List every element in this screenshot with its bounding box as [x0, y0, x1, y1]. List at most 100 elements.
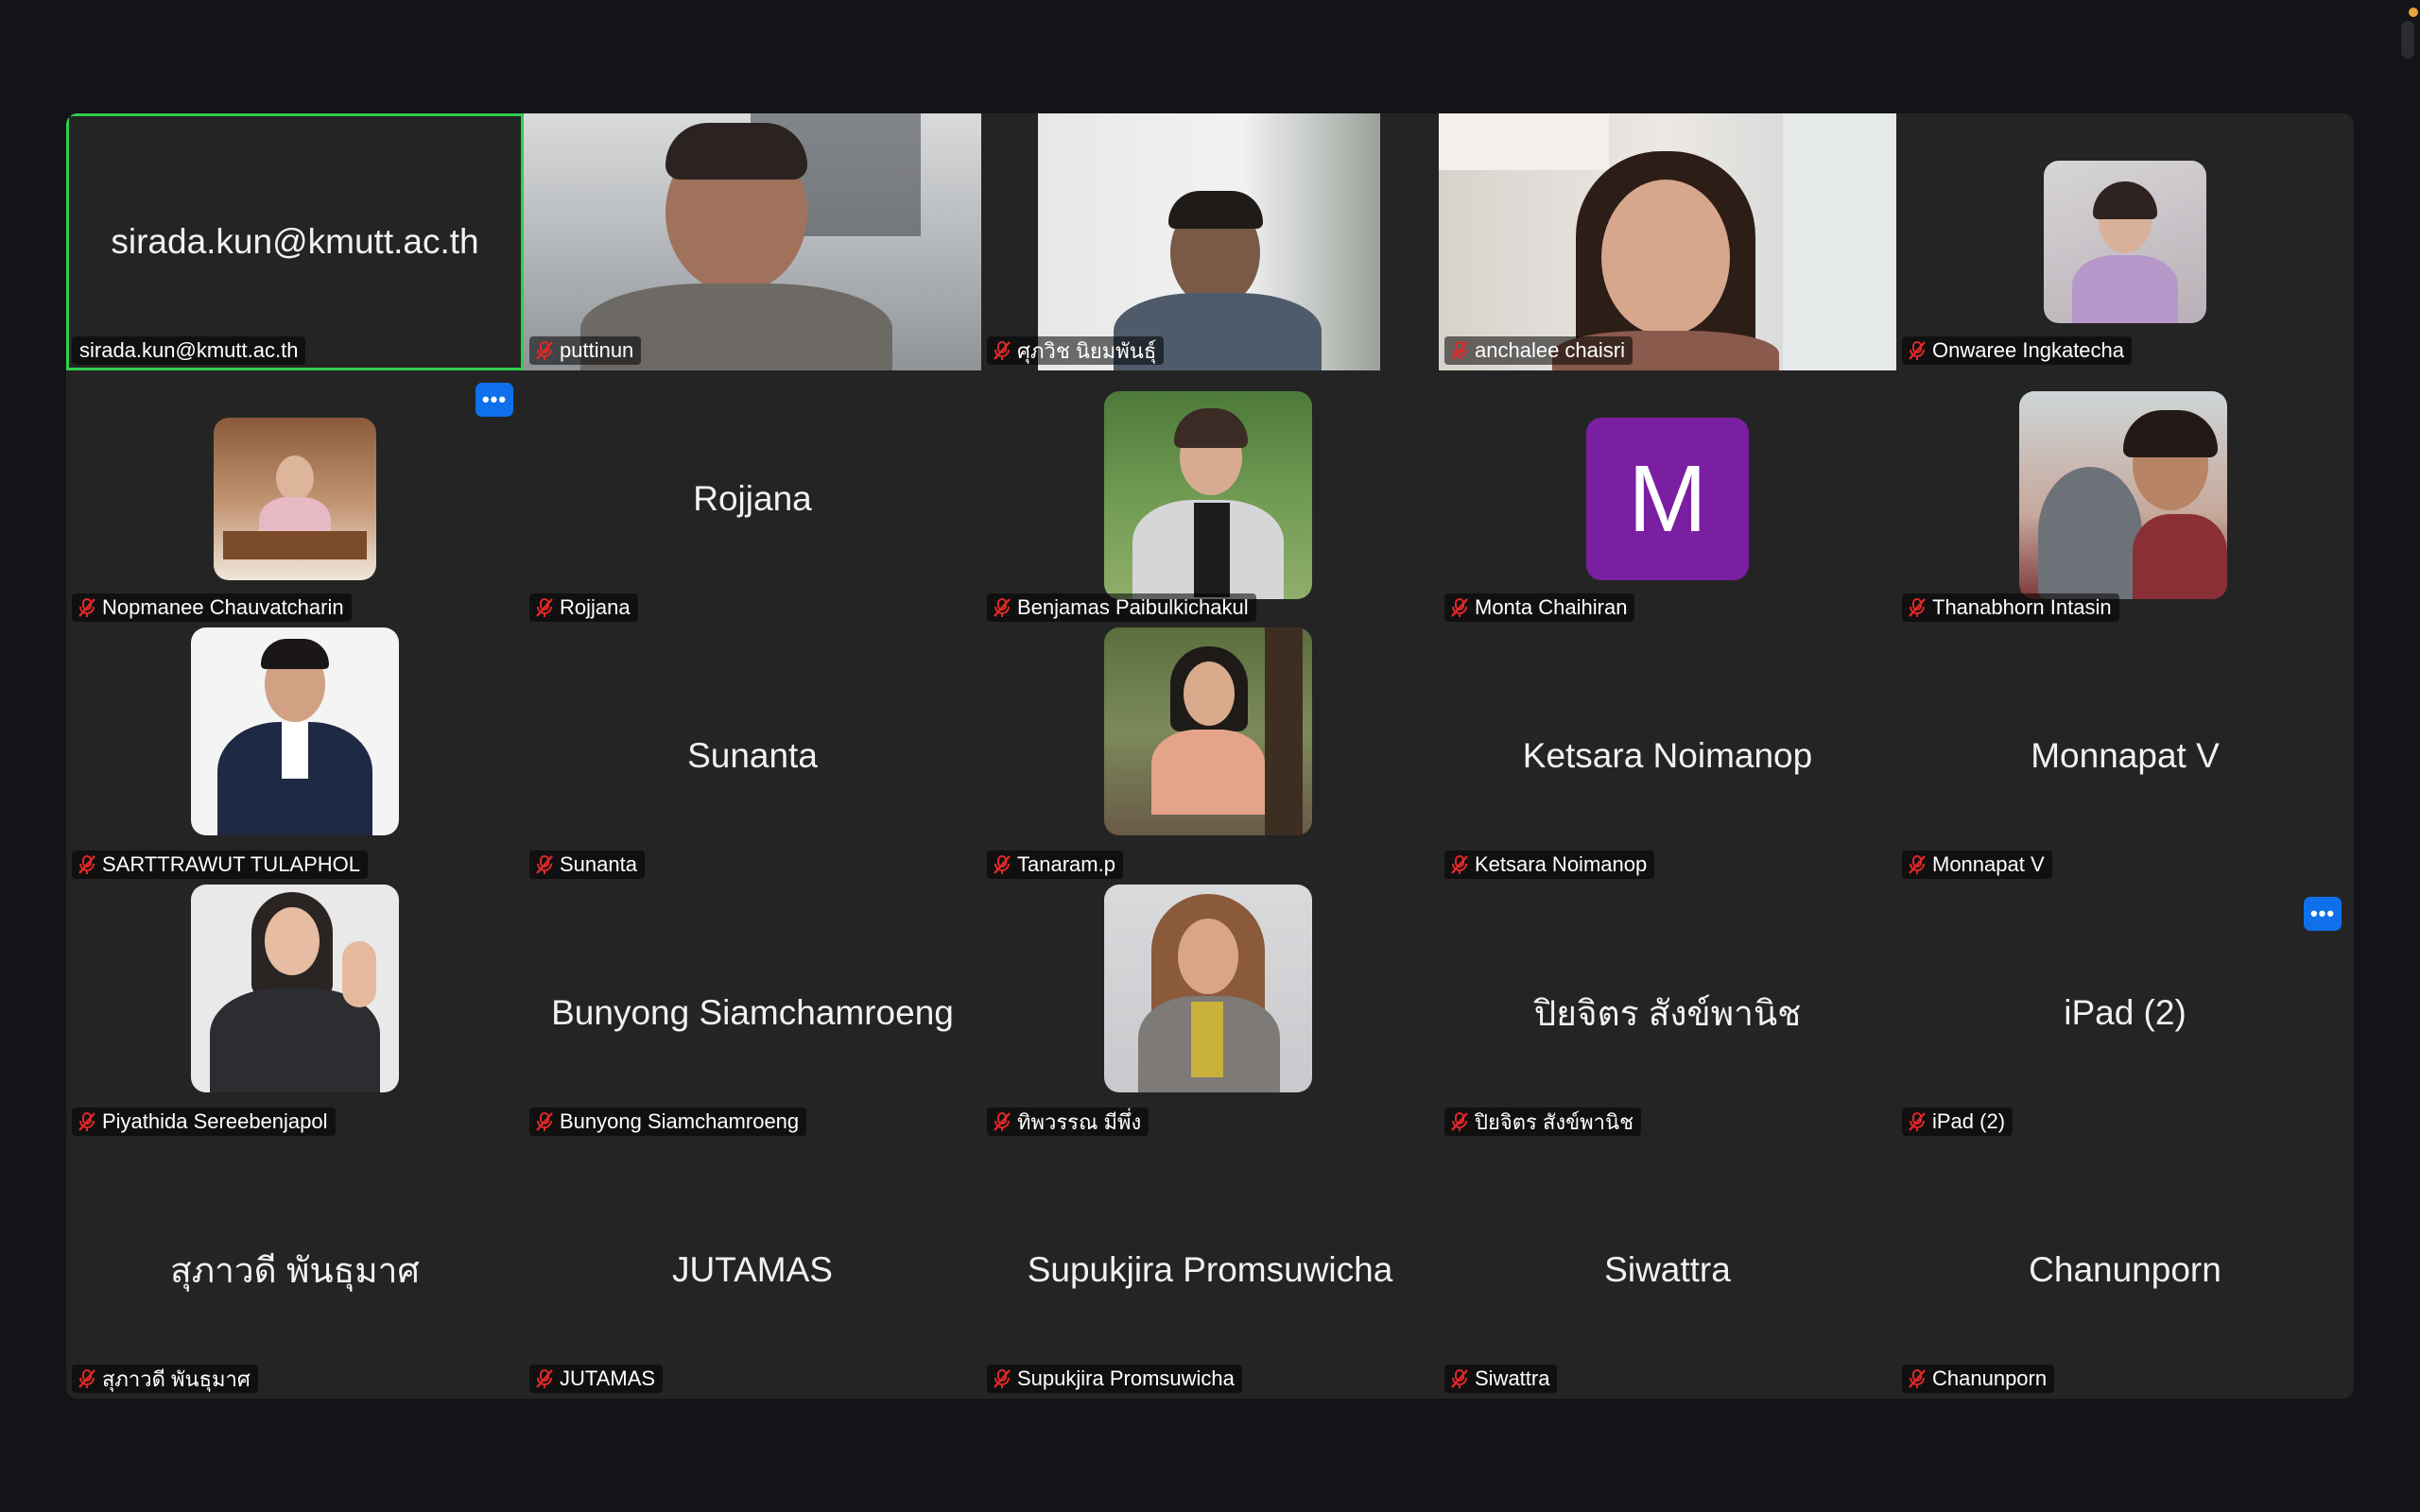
participant-tile[interactable]: ศุภวิช นิยมพันธุ์ — [981, 113, 1439, 370]
participant-center-name: Chanunporn — [2029, 1250, 2221, 1289]
participant-video — [1439, 113, 1896, 370]
participant-tile[interactable]: anchalee chaisri — [1439, 113, 1896, 370]
participant-center-name: Sunanta — [687, 736, 818, 775]
participant-tile[interactable]: Nopmanee Chauvatcharin — [66, 370, 524, 627]
participant-avatar-photo — [214, 418, 376, 580]
participant-center-name: JUTAMAS — [672, 1250, 833, 1289]
participant-tile[interactable]: Benjamas Paibulkichakul — [981, 370, 1439, 627]
participant-name: Nopmanee Chauvatcharin — [102, 595, 344, 619]
participant-tile[interactable]: Siwattra Siwattra — [1439, 1142, 1896, 1399]
participant-center-name: Ketsara Noimanop — [1522, 736, 1813, 775]
participant-center-name: Supukjira Promsuwicha — [1027, 1250, 1393, 1289]
participant-nametag: Thanabhorn Intasin — [1902, 593, 2119, 622]
participant-center-name: sirada.kun@kmutt.ac.th — [111, 222, 479, 261]
mic-muted-icon — [994, 598, 1011, 617]
participant-tile[interactable]: ทิพวรรณ มีพึ่ง — [981, 885, 1439, 1142]
participant-tile[interactable]: Chanunporn Chanunporn — [1896, 1142, 2354, 1399]
participant-tile[interactable]: Rojjana Rojjana — [524, 370, 981, 627]
participant-name: puttinun — [560, 338, 634, 362]
participant-avatar-photo — [1104, 391, 1312, 599]
participant-nametag: Rojjana — [529, 593, 638, 622]
participant-tile[interactable]: Supukjira Promsuwicha Supukjira Promsuwi… — [981, 1142, 1439, 1399]
participant-name: Chanunporn — [1932, 1366, 2048, 1390]
participant-name: iPad (2) — [1932, 1109, 2006, 1133]
participant-tile[interactable]: Onwaree Ingkatecha — [1896, 113, 2354, 370]
mic-muted-icon — [994, 341, 1011, 360]
participant-nametag: sirada.kun@kmutt.ac.th — [72, 336, 306, 365]
participant-center-name: iPad (2) — [2064, 993, 2187, 1032]
mic-muted-icon — [536, 1112, 553, 1131]
participant-avatar-photo — [2019, 391, 2227, 599]
participant-tile[interactable]: ปิยจิตร สังข์พานิช ปิยจิตร สังข์พานิช — [1439, 885, 1896, 1142]
participant-avatar-photo — [191, 627, 399, 835]
participant-name: Monta Chaihiran — [1475, 595, 1628, 619]
participant-tile[interactable]: JUTAMAS JUTAMAS — [524, 1142, 981, 1399]
mic-muted-icon — [536, 341, 553, 360]
tile-more-options-button[interactable]: ••• — [2304, 897, 2342, 931]
mic-muted-icon — [1451, 1369, 1468, 1388]
participant-nametag: iPad (2) — [1902, 1108, 2014, 1136]
participant-avatar-photo — [1104, 627, 1312, 835]
participant-video — [524, 113, 981, 370]
participant-tile[interactable]: SARTTRAWUT TULAPHOL — [66, 627, 524, 885]
participant-tile[interactable]: Thanabhorn Intasin — [1896, 370, 2354, 627]
participant-name: Supukjira Promsuwicha — [1017, 1366, 1235, 1390]
participant-tile[interactable]: puttinun — [524, 113, 981, 370]
participant-nametag: ปิยจิตร สังข์พานิช — [1444, 1108, 1641, 1136]
participant-tile[interactable]: Bunyong Siamchamroeng Bunyong Siamchamro… — [524, 885, 981, 1142]
participant-name: Monnapat V — [1932, 852, 2045, 876]
mic-muted-icon — [536, 1369, 553, 1388]
mic-muted-icon — [1451, 598, 1468, 617]
participant-nametag: Siwattra — [1444, 1365, 1558, 1393]
participant-center-name: ปิยจิตร สังข์พานิช — [1533, 993, 1802, 1033]
scrollbar-thumb[interactable] — [2401, 21, 2414, 59]
participant-nametag: Nopmanee Chauvatcharin — [72, 593, 352, 622]
participant-nametag: Piyathida Sereebenjapol — [72, 1108, 336, 1136]
notification-dot — [2409, 8, 2418, 17]
participant-nametag: Monta Chaihiran — [1444, 593, 1635, 622]
participant-center-name: สุภาวดี พันธุมาศ — [170, 1250, 420, 1290]
participant-nametag: ศุภวิช นิยมพันธุ์ — [987, 336, 1165, 365]
participant-center-name: Siwattra — [1604, 1250, 1731, 1289]
participant-nametag: JUTAMAS — [529, 1365, 664, 1393]
tile-more-options-button[interactable]: ••• — [475, 383, 513, 417]
participant-tile[interactable]: Piyathida Sereebenjapol — [66, 885, 524, 1142]
participant-avatar-photo — [1104, 885, 1312, 1092]
mic-muted-icon — [1909, 855, 1926, 874]
participant-name: Bunyong Siamchamroeng — [560, 1109, 800, 1133]
participant-tile[interactable]: M Monta Chaihiran — [1439, 370, 1896, 627]
participant-tile[interactable]: iPad (2) iPad (2) — [1896, 885, 2354, 1142]
participant-nametag: สุภาวดี พันธุมาศ — [72, 1365, 258, 1393]
participant-name: Rojjana — [560, 595, 631, 619]
participant-name: Sunanta — [560, 852, 637, 876]
participant-center-name: Rojjana — [693, 479, 812, 518]
participant-avatar-photo — [191, 885, 399, 1092]
participant-tile[interactable]: Monnapat V Monnapat V — [1896, 627, 2354, 885]
participant-name: Thanabhorn Intasin — [1932, 595, 2112, 619]
participant-name: ศุภวิช นิยมพันธุ์ — [1017, 338, 1157, 363]
participant-name: sirada.kun@kmutt.ac.th — [79, 338, 299, 362]
mic-muted-icon — [1909, 1112, 1926, 1131]
participant-nametag: Ketsara Noimanop — [1444, 850, 1655, 879]
participant-name: สุภาวดี พันธุมาศ — [102, 1366, 251, 1391]
participant-tile[interactable]: Ketsara Noimanop Ketsara Noimanop — [1439, 627, 1896, 885]
participant-tile[interactable]: สุภาวดี พันธุมาศ สุภาวดี พันธุมาศ — [66, 1142, 524, 1399]
participant-tile[interactable]: sirada.kun@kmutt.ac.th sirada.kun@kmutt.… — [66, 113, 524, 370]
participant-video — [1038, 113, 1380, 370]
mic-muted-icon — [1909, 1369, 1926, 1388]
participant-tile[interactable]: Tanaram.p — [981, 627, 1439, 885]
participant-avatar-photo — [2044, 161, 2206, 323]
mic-muted-icon — [994, 1369, 1011, 1388]
participant-nametag: Bunyong Siamchamroeng — [529, 1108, 807, 1136]
participant-nametag: ทิพวรรณ มีพึ่ง — [987, 1108, 1150, 1136]
mic-muted-icon — [994, 1112, 1011, 1131]
participant-name: ทิพวรรณ มีพึ่ง — [1017, 1109, 1142, 1134]
participant-nametag: Sunanta — [529, 850, 645, 879]
participant-tile[interactable]: Sunanta Sunanta — [524, 627, 981, 885]
participant-name: Benjamas Paibulkichakul — [1017, 595, 1249, 619]
participant-nametag: Benjamas Paibulkichakul — [987, 593, 1256, 622]
participant-nametag: Onwaree Ingkatecha — [1902, 336, 2133, 365]
participant-name: Onwaree Ingkatecha — [1932, 338, 2125, 362]
mic-muted-icon — [536, 598, 553, 617]
mic-muted-icon — [78, 855, 95, 874]
